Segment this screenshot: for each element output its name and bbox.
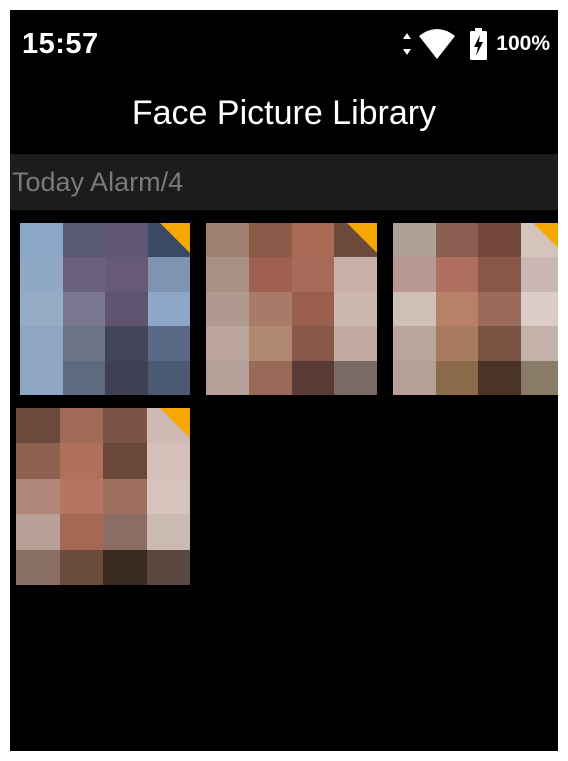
- pixel-block: [105, 360, 148, 395]
- pixel-block: [147, 326, 190, 361]
- pixel-block: [393, 223, 436, 258]
- pixel-block: [435, 257, 478, 292]
- pixel-block: [393, 291, 436, 327]
- pixel-block: [206, 257, 249, 292]
- pixel-block: [393, 326, 436, 361]
- pixel-block: [146, 514, 190, 550]
- pixel-block: [59, 443, 103, 479]
- alarm-flag-icon: [347, 223, 377, 253]
- pixel-block: [435, 360, 478, 395]
- pixel-block: [59, 408, 103, 444]
- pixel-block: [62, 291, 105, 327]
- pixel-block: [16, 478, 60, 515]
- pixel-block: [62, 360, 105, 395]
- pixel-block: [206, 291, 249, 327]
- pixel-block: [20, 223, 63, 258]
- pixel-block: [16, 549, 60, 585]
- pixel-block: [478, 223, 521, 258]
- pixel-block: [291, 326, 335, 361]
- face-thumbnail-2[interactable]: [206, 223, 377, 395]
- pixel-block: [291, 360, 335, 395]
- pixel-block: [59, 549, 103, 585]
- pixel-block: [59, 514, 103, 550]
- pixel-block: [16, 443, 60, 479]
- pixel-block: [291, 291, 335, 327]
- pixel-block: [103, 443, 147, 479]
- pixel-block: [20, 326, 63, 361]
- pixel-block: [248, 326, 292, 361]
- pixel-block: [248, 223, 292, 258]
- face-thumbnail-1[interactable]: [20, 223, 190, 395]
- pixel-block: [248, 291, 292, 327]
- pixel-block: [248, 257, 292, 292]
- pixel-block: [103, 478, 147, 515]
- pixel-block: [147, 257, 190, 292]
- face-thumbnail-4[interactable]: [16, 408, 190, 585]
- pixel-block: [146, 478, 190, 515]
- pixel-block: [146, 443, 190, 479]
- pixel-block: [291, 223, 335, 258]
- pixel-block: [105, 257, 148, 292]
- pixel-block: [62, 326, 105, 361]
- pixel-block: [334, 360, 377, 395]
- face-thumbnail-3[interactable]: [393, 223, 558, 395]
- thumbnail-grid: [10, 10, 558, 751]
- pixel-block: [520, 360, 558, 395]
- pixel-block: [59, 478, 103, 515]
- pixel-block: [20, 291, 63, 327]
- pixel-block: [520, 257, 558, 292]
- phone-screen: 15:57 100% Face Picture Library Today Al…: [10, 10, 558, 751]
- pixel-block: [105, 291, 148, 327]
- pixel-block: [105, 326, 148, 361]
- pixel-block: [16, 408, 60, 444]
- pixel-block: [206, 223, 249, 258]
- pixel-block: [393, 257, 436, 292]
- pixel-block: [334, 326, 377, 361]
- pixel-block: [62, 257, 105, 292]
- pixel-block: [147, 291, 190, 327]
- pixel-block: [478, 291, 521, 327]
- pixel-block: [478, 360, 521, 395]
- pixel-block: [334, 257, 377, 292]
- pixel-block: [62, 223, 105, 258]
- pixel-block: [393, 360, 436, 395]
- pixel-block: [206, 326, 249, 361]
- pixel-block: [147, 360, 190, 395]
- alarm-flag-icon: [160, 408, 190, 438]
- pixel-block: [435, 326, 478, 361]
- pixel-block: [103, 549, 147, 585]
- pixel-block: [478, 326, 521, 361]
- alarm-flag-icon: [160, 223, 190, 253]
- pixel-block: [478, 257, 521, 292]
- pixel-block: [103, 514, 147, 550]
- pixel-block: [520, 326, 558, 361]
- pixel-block: [146, 549, 190, 585]
- pixel-block: [435, 291, 478, 327]
- pixel-block: [520, 291, 558, 327]
- pixel-block: [206, 360, 249, 395]
- pixel-block: [435, 223, 478, 258]
- pixel-block: [103, 408, 147, 444]
- pixel-block: [334, 291, 377, 327]
- pixel-block: [16, 514, 60, 550]
- pixel-block: [248, 360, 292, 395]
- pixel-block: [105, 223, 148, 258]
- pixel-block: [291, 257, 335, 292]
- alarm-flag-icon: [533, 223, 558, 253]
- pixel-block: [20, 257, 63, 292]
- pixel-block: [20, 360, 63, 395]
